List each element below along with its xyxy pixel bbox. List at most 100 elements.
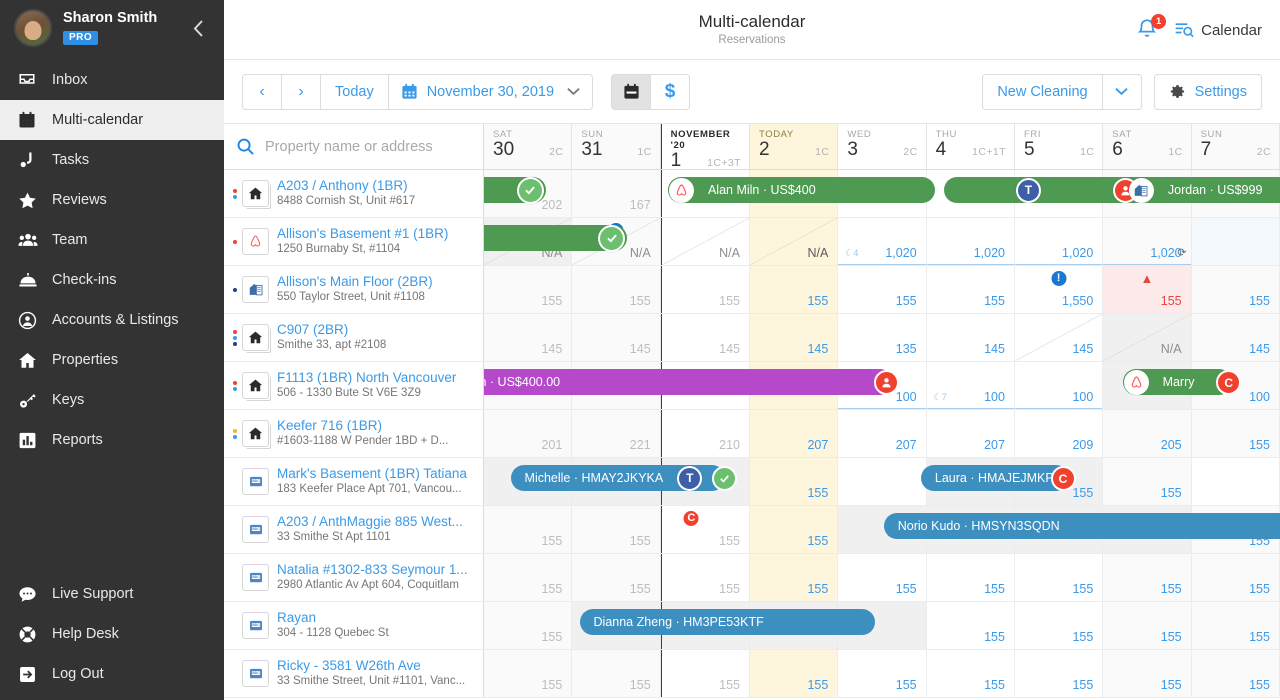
today-button[interactable]: Today bbox=[320, 74, 389, 110]
calendar-cell[interactable]: 221 bbox=[572, 410, 660, 457]
calendar-cell[interactable] bbox=[1192, 458, 1280, 505]
day-header-1[interactable]: NOVEMBER '2011C+3T bbox=[661, 124, 750, 169]
calendar-cell[interactable]: 1,020 bbox=[927, 218, 1015, 265]
day-header-7[interactable]: SUN72C bbox=[1192, 124, 1280, 169]
calendar-cell[interactable]: C155 bbox=[661, 506, 750, 553]
calendar-cell[interactable]: ☾7100 bbox=[927, 362, 1015, 409]
sidebar-item-log-out[interactable]: Log Out bbox=[0, 654, 224, 694]
calendar-cell[interactable]: 155 bbox=[838, 554, 926, 601]
property-name[interactable]: C907 (2BR) bbox=[277, 322, 386, 338]
calendar-cell[interactable]: 155 bbox=[927, 266, 1015, 313]
day-header-6[interactable]: SAT61C bbox=[1103, 124, 1191, 169]
calendar-cell[interactable]: 155 bbox=[484, 266, 572, 313]
sidebar-user[interactable]: Sharon Smith PRO bbox=[0, 0, 224, 56]
calendar-cell[interactable]: 155 bbox=[572, 554, 660, 601]
prev-period-button[interactable]: ‹ bbox=[242, 74, 282, 110]
property-name[interactable]: Keefer 716 (1BR) bbox=[277, 418, 448, 434]
calendar-cell[interactable]: 155 bbox=[750, 506, 838, 553]
pricing-view-button[interactable]: $ bbox=[650, 74, 690, 110]
calendar-cell[interactable]: ⟳ bbox=[1192, 218, 1280, 265]
day-header-2[interactable]: TODAY21C bbox=[750, 124, 838, 169]
calendar-cell[interactable]: 155 bbox=[1192, 554, 1280, 601]
calendar-cell[interactable]: 155 bbox=[1103, 458, 1191, 505]
calendar-cell[interactable]: 167 bbox=[572, 170, 660, 217]
calendar-cell[interactable]: 155 bbox=[927, 554, 1015, 601]
calendar-cell[interactable]: 145 bbox=[750, 314, 838, 361]
calendar-cell[interactable]: 155 bbox=[838, 650, 926, 697]
calendar-cell[interactable]: 201 bbox=[484, 410, 572, 457]
calendar-cell[interactable]: 207 bbox=[927, 410, 1015, 457]
day-header-5[interactable]: FRI51C bbox=[1015, 124, 1103, 169]
calendar-cell[interactable]: 100 bbox=[1015, 362, 1103, 409]
property-name[interactable]: Rayan bbox=[277, 610, 389, 626]
calendar-cell[interactable] bbox=[838, 458, 926, 505]
calendar-cell[interactable]: 145 bbox=[661, 314, 750, 361]
info-badge[interactable]: ! bbox=[1051, 271, 1066, 286]
property-name[interactable]: Mark's Basement (1BR) Tatiana bbox=[277, 466, 467, 482]
calendar-cell[interactable]: 155 bbox=[484, 602, 572, 649]
calendar-cell[interactable]: 1,020 bbox=[1015, 218, 1103, 265]
next-period-button[interactable]: › bbox=[281, 74, 321, 110]
calendar-cell[interactable]: 155 bbox=[1192, 650, 1280, 697]
calendar-cell[interactable]: 145 bbox=[572, 314, 660, 361]
property-name[interactable]: Allison's Main Floor (2BR) bbox=[277, 274, 433, 290]
reservation-bar[interactable]: Dianna Zheng · HM3PE53KTF bbox=[580, 609, 875, 635]
sidebar-item-tasks[interactable]: Tasks bbox=[0, 140, 224, 180]
sidebar-item-live-support[interactable]: Live Support bbox=[0, 574, 224, 614]
calendar-cell[interactable]: 155 bbox=[750, 554, 838, 601]
sidebar-item-multi-calendar[interactable]: Multi-calendar bbox=[0, 100, 224, 140]
calendar-cell[interactable]: 155 bbox=[484, 554, 572, 601]
calendar-cell[interactable]: 155 bbox=[484, 506, 572, 553]
date-picker-button[interactable]: November 30, 2019 bbox=[388, 74, 593, 110]
calendar-cell[interactable]: 145 bbox=[1015, 314, 1103, 361]
property-name[interactable]: Ricky - 3581 W26th Ave bbox=[277, 658, 465, 674]
calendar-cell[interactable]: 155 bbox=[484, 650, 572, 697]
calendar-cell[interactable]: 155 bbox=[750, 458, 838, 505]
sidebar-item-inbox[interactable]: Inbox bbox=[0, 60, 224, 100]
c-badge-icon[interactable]: C bbox=[682, 509, 701, 528]
reservation-bar[interactable]: Michelle · HMAY2JKYKAT bbox=[511, 465, 725, 491]
property-name[interactable]: A203 / Anthony (1BR) bbox=[277, 178, 415, 194]
calendar-cell[interactable]: 155 bbox=[927, 650, 1015, 697]
sidebar-item-reviews[interactable]: Reviews bbox=[0, 180, 224, 220]
new-cleaning-button[interactable]: New Cleaning bbox=[982, 74, 1102, 110]
property-name[interactable]: F1113 (1BR) North Vancouver bbox=[277, 370, 456, 386]
calendar-cell[interactable]: N/A bbox=[1103, 314, 1191, 361]
sidebar-item-check-ins[interactable]: Check-ins bbox=[0, 260, 224, 300]
warning-icon[interactable]: ▲ bbox=[1139, 271, 1154, 286]
calendar-cell[interactable]: 155 bbox=[572, 506, 660, 553]
c-badge-icon[interactable]: C bbox=[1051, 466, 1076, 491]
calendar-cell[interactable]: 155 bbox=[1103, 554, 1191, 601]
reservation-bar[interactable]: Laura · HMAJEJMKP8 bbox=[921, 465, 1070, 491]
calendar-cell[interactable]: 155 bbox=[1015, 554, 1103, 601]
calendar-cell[interactable]: 145 bbox=[927, 314, 1015, 361]
calendar-cell[interactable]: 155 bbox=[661, 554, 750, 601]
calendar-cell[interactable]: 155 bbox=[1015, 650, 1103, 697]
sidebar-item-keys[interactable]: Keys bbox=[0, 380, 224, 420]
calendar-cell[interactable]: 135 bbox=[838, 314, 926, 361]
search-input[interactable] bbox=[265, 139, 471, 155]
calendar-cell[interactable]: 155 bbox=[1192, 602, 1280, 649]
day-header-31[interactable]: SUN311C bbox=[572, 124, 660, 169]
reservation-bar[interactable]: TJordan · US$999 bbox=[944, 177, 1280, 203]
calendar-cell[interactable]: 207 bbox=[750, 410, 838, 457]
calendar-cell[interactable]: 155 bbox=[1192, 410, 1280, 457]
reservation-bar[interactable]: Alan Miln · US$400 bbox=[668, 177, 935, 203]
calendar-cell[interactable]: 145 bbox=[1192, 314, 1280, 361]
reservations-view-button[interactable] bbox=[611, 74, 651, 110]
day-header-3[interactable]: WED32C bbox=[838, 124, 926, 169]
calendar-cell[interactable]: 155 bbox=[572, 266, 660, 313]
calendar-cell[interactable]: 155 bbox=[838, 266, 926, 313]
sidebar-item-accounts-listings[interactable]: Accounts & Listings bbox=[0, 300, 224, 340]
calendar-cell[interactable]: N/A bbox=[661, 218, 750, 265]
person-icon[interactable] bbox=[874, 370, 899, 395]
calendar-cell[interactable]: ▲155 bbox=[1103, 266, 1191, 313]
property-name[interactable]: Natalia #1302-833 Seymour 1... bbox=[277, 562, 468, 578]
calendar-cell[interactable]: 209 bbox=[1015, 410, 1103, 457]
settings-button[interactable]: Settings bbox=[1154, 74, 1262, 110]
calendar-cell[interactable]: 155 bbox=[927, 602, 1015, 649]
calendar-cell[interactable]: 155 bbox=[572, 650, 660, 697]
property-search[interactable] bbox=[224, 124, 484, 169]
calendar-cell[interactable]: 205 bbox=[1103, 410, 1191, 457]
reservation-bar[interactable]: Norio Kudo · HMSYN3SQDN bbox=[884, 513, 1280, 539]
